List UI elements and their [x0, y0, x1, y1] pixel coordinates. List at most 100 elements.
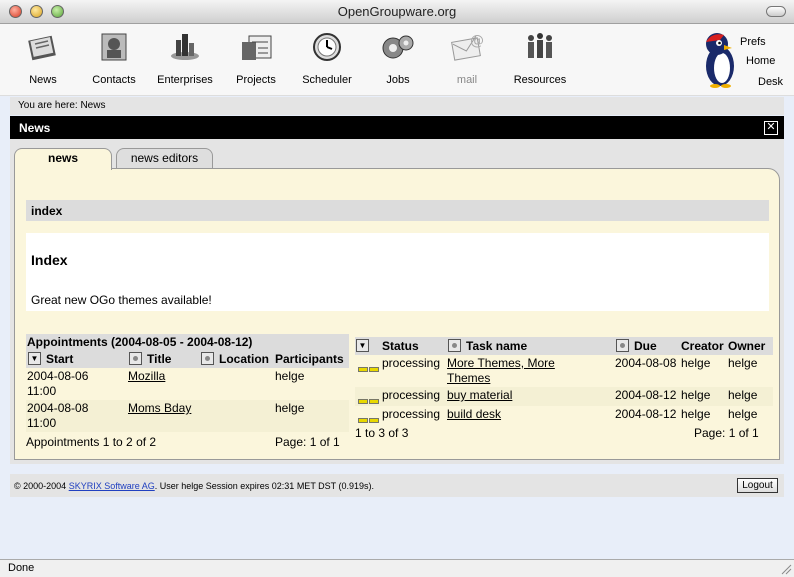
tasks-header-row: ▼ Status Task name Due Creator Owner: [355, 337, 773, 355]
appointment-title-link[interactable]: Moms Bday: [128, 401, 191, 416]
enterprises-icon: [171, 34, 199, 60]
column-header-task-name[interactable]: Task name: [466, 339, 527, 353]
appointment-time: 11:00: [27, 416, 57, 430]
nav-label: Scheduler: [302, 74, 352, 86]
news-icon: [28, 35, 56, 61]
column-header-start[interactable]: Start: [46, 352, 73, 366]
tab-news[interactable]: news: [14, 148, 112, 170]
column-header-location[interactable]: Location: [219, 352, 269, 366]
status-processing-icon: [358, 393, 380, 404]
tasks-page: Page: 1 of 1: [694, 426, 759, 440]
nav-item-resources[interactable]: Resources: [505, 30, 575, 86]
table-row: processing build desk 2004-08-12 helge h…: [355, 406, 773, 425]
resources-icon: [528, 33, 552, 58]
status-text: Done: [8, 562, 35, 574]
column-header-status[interactable]: Status: [382, 339, 419, 353]
table-row: 2004-08-06 11:00 Mozilla helge: [26, 368, 349, 400]
appointment-participants: helge: [275, 369, 305, 383]
task-due: 2004-08-12: [615, 407, 677, 421]
sort-status-icon[interactable]: ▼: [356, 339, 369, 352]
column-header-title[interactable]: Title: [147, 352, 171, 366]
window-titlebar: OpenGroupware.org: [0, 0, 794, 24]
task-name-link[interactable]: build desk: [447, 407, 501, 422]
nav-item-contacts[interactable]: Contacts: [79, 30, 149, 86]
tab-content: index Index Great new OGo themes availab…: [14, 168, 780, 460]
resize-grip-icon[interactable]: [780, 563, 792, 575]
appointment-title-link[interactable]: Mozilla: [128, 369, 165, 384]
appointments-header-row: ▼ Start Title Location Participants: [26, 350, 349, 368]
svg-text:@: @: [470, 33, 484, 49]
main-navigation: News Contacts Enterprises Projects Sched…: [0, 24, 794, 96]
appointment-date: 2004-08-06: [27, 369, 89, 383]
task-creator: helge: [681, 407, 711, 421]
status-processing-icon: [358, 361, 380, 372]
nav-label: Resources: [513, 74, 567, 86]
task-status: processing: [382, 388, 441, 402]
sort-due-icon[interactable]: [616, 339, 629, 352]
task-status: processing: [382, 356, 441, 370]
appointments-footer: Appointments 1 to 2 of 2 Page: 1 of 1: [26, 432, 349, 450]
toolbar-toggle-button[interactable]: [766, 6, 786, 17]
appointment-date: 2004-08-08: [27, 401, 89, 415]
appointments-page: Page: 1 of 1: [275, 435, 340, 449]
prefs-link[interactable]: Prefs: [740, 36, 766, 48]
nav-item-scheduler[interactable]: Scheduler: [292, 30, 362, 86]
sort-title-icon[interactable]: [129, 352, 142, 365]
index-heading: Index: [31, 252, 68, 268]
column-header-due[interactable]: Due: [634, 339, 657, 353]
scheduler-icon: [313, 33, 341, 61]
table-row: processing More Themes, More Themes 2004…: [355, 355, 773, 387]
mail-icon: @: [451, 33, 484, 61]
task-due: 2004-08-12: [615, 388, 677, 402]
panel-close-icon[interactable]: ✕: [764, 121, 778, 135]
nav-item-projects[interactable]: Projects: [221, 30, 291, 86]
index-box: Index Great new OGo themes available!: [26, 233, 769, 311]
tasks-table: ▼ Status Task name Due Creator Owner pro…: [355, 337, 773, 443]
task-name-link[interactable]: More Themes, More: [447, 356, 555, 371]
nav-label: Projects: [236, 74, 276, 86]
task-status: processing: [382, 407, 441, 421]
table-row: 2004-08-08 11:00 Moms Bday helge: [26, 400, 349, 432]
task-creator: helge: [681, 388, 711, 402]
penguin-logo-icon: [706, 33, 734, 88]
logout-button[interactable]: Logout: [737, 478, 778, 493]
session-info: . User helge Session expires 02:31 MET D…: [154, 481, 375, 491]
page-footer: © 2000-2004 SKYRIX Software AG. User hel…: [10, 474, 784, 497]
home-link[interactable]: Home: [746, 55, 775, 67]
table-row: processing buy material 2004-08-12 helge…: [355, 387, 773, 406]
projects-icon: [242, 35, 272, 60]
nav-item-jobs[interactable]: Jobs: [363, 30, 433, 86]
status-processing-icon: [358, 412, 380, 423]
nav-item-enterprises[interactable]: Enterprises: [150, 30, 220, 86]
nav-label: Jobs: [386, 74, 410, 86]
appointment-time: 11:00: [27, 384, 57, 398]
nav-label: Contacts: [92, 74, 136, 86]
column-header-participants: Participants: [275, 352, 344, 366]
nav-item-news[interactable]: News: [8, 30, 78, 86]
copyright-text: © 2000-2004: [14, 481, 67, 491]
company-link[interactable]: SKYRIX Software AG: [69, 481, 155, 491]
column-header-owner: Owner: [728, 339, 766, 353]
nav-item-mail[interactable]: @ mail: [432, 30, 502, 86]
nav-label: mail: [456, 74, 478, 86]
appointments-summary: Appointments 1 to 2 of 2: [26, 435, 157, 449]
task-creator: helge: [681, 356, 711, 370]
tasks-footer: 1 to 3 of 3 Page: 1 of 1: [355, 425, 773, 443]
news-panel: News ✕ news news editors index Index Gre…: [10, 116, 784, 464]
task-owner: helge: [728, 407, 758, 421]
task-name-link-continued[interactable]: Themes: [447, 371, 490, 386]
appointment-participants: helge: [275, 401, 305, 415]
tasks-summary: 1 to 3 of 3: [355, 426, 409, 440]
sort-start-icon[interactable]: ▼: [28, 352, 41, 365]
sort-location-icon[interactable]: [201, 352, 214, 365]
nav-label: Enterprises: [157, 74, 213, 86]
breadcrumb: You are here: News: [10, 97, 784, 115]
browser-statusbar: Done: [0, 559, 794, 577]
desk-link[interactable]: Desk: [758, 76, 783, 88]
task-name-link[interactable]: buy material: [447, 388, 512, 403]
tab-news-editors[interactable]: news editors: [116, 148, 213, 168]
task-owner: helge: [728, 356, 758, 370]
sort-name-icon[interactable]: [448, 339, 461, 352]
task-owner: helge: [728, 388, 758, 402]
task-due: 2004-08-08: [615, 356, 677, 370]
